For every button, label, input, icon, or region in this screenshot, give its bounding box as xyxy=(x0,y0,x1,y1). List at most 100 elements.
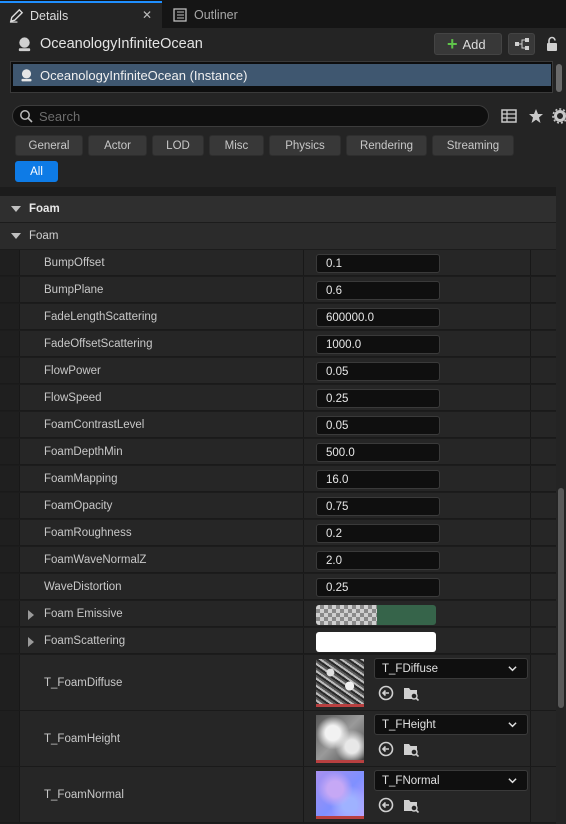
tab-outliner[interactable]: Outliner xyxy=(164,1,264,28)
chevron-down-icon xyxy=(11,206,21,212)
filter-misc[interactable]: Misc xyxy=(209,135,264,156)
column-divider[interactable] xyxy=(303,547,304,572)
texture-thumbnail[interactable] xyxy=(316,715,364,763)
column-divider[interactable] xyxy=(303,574,304,599)
lock-icon[interactable] xyxy=(545,36,559,52)
column-divider[interactable] xyxy=(303,331,304,356)
gear-icon[interactable] xyxy=(552,108,566,124)
row-indent xyxy=(0,358,20,383)
property-name: T_FoamHeight xyxy=(44,732,121,745)
details-panel: OceanologyInfiniteOcean + Add Oceanology… xyxy=(0,28,566,824)
property-value-field[interactable]: 16.0 xyxy=(316,470,440,489)
search-input[interactable]: Search xyxy=(12,105,489,127)
subcategory-label: Foam xyxy=(29,230,59,242)
asset-name: T_FDiffuse xyxy=(382,662,439,675)
property-value-field[interactable]: 0.2 xyxy=(316,524,440,543)
column-divider[interactable] xyxy=(303,304,304,329)
filter-streaming[interactable]: Streaming xyxy=(432,135,514,156)
subcategory-foam[interactable]: Foam xyxy=(0,223,556,249)
column-divider xyxy=(530,277,531,302)
column-divider[interactable] xyxy=(303,520,304,545)
row-indent xyxy=(0,331,20,356)
property-value-field[interactable]: 500.0 xyxy=(316,443,440,462)
property-name: FoamScattering xyxy=(44,634,126,647)
property-value-field[interactable]: 1000.0 xyxy=(316,335,440,354)
category-foam[interactable]: Foam xyxy=(0,196,556,222)
property-value-field[interactable]: 2.0 xyxy=(316,551,440,570)
use-selected-asset-icon[interactable] xyxy=(378,797,394,813)
color-swatch[interactable] xyxy=(316,632,436,652)
column-divider[interactable] xyxy=(303,711,304,766)
filter-rendering[interactable]: Rendering xyxy=(346,135,427,156)
column-divider[interactable] xyxy=(303,358,304,383)
column-divider[interactable] xyxy=(303,250,304,275)
property-value-field[interactable]: 0.25 xyxy=(316,389,440,408)
color-property-row: FoamScattering xyxy=(0,628,556,654)
column-divider[interactable] xyxy=(303,466,304,491)
column-divider[interactable] xyxy=(303,412,304,437)
property-row: BumpOffset 0.1 xyxy=(0,250,556,276)
expand-arrow-icon[interactable] xyxy=(28,610,34,620)
asset-picker[interactable]: T_FNormal xyxy=(374,770,528,791)
table-view-icon[interactable] xyxy=(501,108,517,124)
column-divider xyxy=(530,655,531,710)
row-indent xyxy=(0,547,20,572)
filter-all[interactable]: All xyxy=(15,161,58,182)
tab-details[interactable]: Details ✕ xyxy=(0,1,162,28)
texture-property-row: T_FoamDiffuse T_FDiffuse xyxy=(0,655,556,711)
property-value-field[interactable]: 600000.0 xyxy=(316,308,440,327)
close-icon[interactable]: ✕ xyxy=(142,8,152,22)
asset-picker[interactable]: T_FHeight xyxy=(374,714,528,735)
property-value-field[interactable]: 0.75 xyxy=(316,497,440,516)
tab-details-label: Details xyxy=(30,8,69,23)
column-divider[interactable] xyxy=(303,493,304,518)
property-row: FoamContrastLevel 0.05 xyxy=(0,412,556,438)
texture-thumbnail[interactable] xyxy=(316,659,364,707)
asset-name: T_FHeight xyxy=(382,718,436,731)
browse-asset-icon[interactable] xyxy=(403,685,419,701)
column-divider[interactable] xyxy=(303,601,304,626)
details-scrollbar[interactable] xyxy=(558,488,564,708)
filter-physics[interactable]: Physics xyxy=(269,135,341,156)
column-divider xyxy=(530,412,531,437)
asset-picker[interactable]: T_FDiffuse xyxy=(374,658,528,679)
filter-general[interactable]: General xyxy=(15,135,83,156)
property-tree: Foam Foam BumpOffset 0.1 BumpPlane 0.6 FadeL… xyxy=(0,187,556,824)
column-divider[interactable] xyxy=(303,767,304,822)
property-value-field[interactable]: 0.05 xyxy=(316,416,440,435)
row-indent xyxy=(0,520,20,545)
add-component-button[interactable]: + Add xyxy=(434,33,502,55)
component-tree-scrollbar[interactable] xyxy=(556,64,562,92)
property-value-field[interactable]: 0.1 xyxy=(316,254,440,273)
property-row: BumpPlane 0.6 xyxy=(0,277,556,303)
use-selected-asset-icon[interactable] xyxy=(378,685,394,701)
column-divider[interactable] xyxy=(303,277,304,302)
use-selected-asset-icon[interactable] xyxy=(378,741,394,757)
property-value-field[interactable]: 0.25 xyxy=(316,578,440,597)
row-indent xyxy=(0,574,20,599)
column-divider xyxy=(530,331,531,356)
row-indent xyxy=(0,628,20,653)
browse-asset-icon[interactable] xyxy=(403,797,419,813)
color-swatch[interactable] xyxy=(316,605,436,625)
property-value-field[interactable]: 0.6 xyxy=(316,281,440,300)
texture-thumbnail[interactable] xyxy=(316,771,364,819)
column-divider[interactable] xyxy=(303,385,304,410)
column-divider xyxy=(530,493,531,518)
expand-arrow-icon[interactable] xyxy=(28,637,34,647)
column-divider xyxy=(530,439,531,464)
column-divider[interactable] xyxy=(303,439,304,464)
instance-item[interactable]: OceanologyInfiniteOcean (Instance) xyxy=(13,64,551,86)
column-divider xyxy=(530,711,531,766)
star-icon[interactable] xyxy=(528,108,544,124)
property-value-field[interactable]: 0.05 xyxy=(316,362,440,381)
chevron-down-icon xyxy=(508,778,517,784)
column-divider[interactable] xyxy=(303,628,304,653)
blueprint-button[interactable] xyxy=(508,33,535,55)
browse-asset-icon[interactable] xyxy=(403,741,419,757)
column-divider[interactable] xyxy=(303,655,304,710)
filter-lod[interactable]: LOD xyxy=(152,135,204,156)
filter-actor[interactable]: Actor xyxy=(88,135,147,156)
row-indent xyxy=(0,277,20,302)
property-name: FadeLengthScattering xyxy=(44,310,158,323)
